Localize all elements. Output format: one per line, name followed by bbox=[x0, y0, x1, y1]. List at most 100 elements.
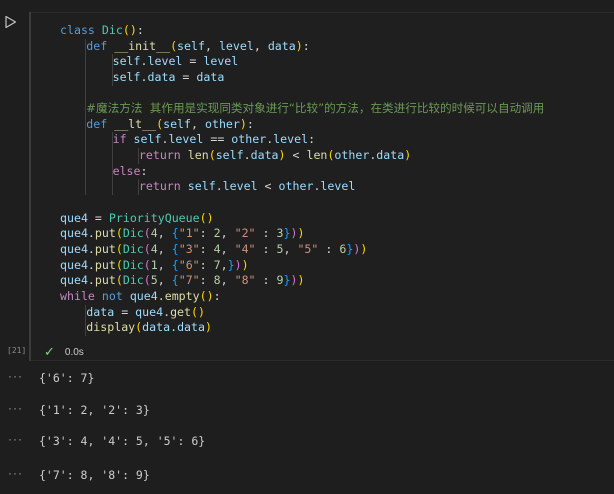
indent-guide bbox=[111, 148, 113, 164]
code-token: ) bbox=[297, 273, 305, 288]
code-token: data bbox=[376, 148, 405, 163]
indent-guide bbox=[111, 69, 113, 86]
code-token: () bbox=[122, 23, 137, 37]
code-token: == bbox=[203, 132, 232, 147]
code-token: ) bbox=[297, 226, 305, 241]
output-text: {'3': 4, '4': 5, '5': 6} bbox=[39, 434, 206, 448]
code-token: . bbox=[170, 320, 178, 335]
code-token: 4 bbox=[150, 241, 158, 256]
code-line: return len(self.data) < len(other.data) bbox=[60, 148, 544, 164]
code-token: que4 bbox=[129, 288, 158, 303]
code-token: level bbox=[320, 179, 356, 194]
code-token: 4 bbox=[213, 241, 221, 256]
output-more-actions-icon[interactable]: ··· bbox=[8, 466, 23, 480]
indent-guide bbox=[85, 54, 87, 70]
code-token: . bbox=[140, 69, 148, 84]
code-line: class Dic(): bbox=[60, 23, 544, 39]
code-token: : bbox=[199, 257, 214, 272]
code-line: def __init__(self, level, data): bbox=[60, 38, 544, 55]
code-token: ) bbox=[204, 320, 212, 335]
code-token: "5" bbox=[297, 241, 319, 256]
code-token: : bbox=[255, 226, 277, 241]
code-cell-editor[interactable]: class Dic(): def __init__(self, level, da… bbox=[31, 12, 614, 361]
code-token: "6" bbox=[178, 257, 200, 272]
code-token: que4 bbox=[60, 210, 88, 225]
code-token: data bbox=[267, 38, 296, 53]
code-token: que4 bbox=[60, 226, 88, 241]
code-token: , bbox=[220, 241, 235, 256]
code-line: que4.put(Dic(5, {"7": 8, "8" : 9})) bbox=[60, 273, 544, 289]
code-line: que4 = PriorityQueue() bbox=[60, 211, 544, 227]
code-block[interactable]: class Dic(): def __init__(self, level, da… bbox=[60, 23, 544, 336]
code-line: display(data.data) bbox=[60, 320, 544, 336]
code-line-content: que4.put(Dic(4, {"1": 2, "2" : 3})) bbox=[60, 226, 304, 240]
indent-guide bbox=[111, 163, 113, 180]
code-token: . bbox=[140, 54, 148, 69]
code-token: . bbox=[243, 148, 251, 163]
code-token: Dic bbox=[122, 241, 144, 256]
code-token: : bbox=[255, 273, 277, 288]
code-token: Dic bbox=[122, 226, 144, 241]
code-token: 8 bbox=[213, 273, 221, 288]
code-token: put bbox=[94, 257, 116, 272]
indent-guide bbox=[85, 148, 87, 164]
output-more-actions-icon[interactable]: ··· bbox=[8, 401, 23, 415]
code-line-content: return self.level < other.level bbox=[60, 179, 355, 193]
code-token: , bbox=[253, 38, 268, 53]
code-line: data = que4.get() bbox=[60, 304, 544, 321]
output-more-actions-icon[interactable]: ··· bbox=[8, 432, 23, 446]
indent-guide bbox=[111, 132, 113, 149]
play-icon bbox=[5, 15, 17, 29]
code-token: "4" bbox=[234, 241, 256, 256]
code-token: __init__ bbox=[114, 38, 171, 53]
code-token: level bbox=[203, 54, 239, 69]
code-token: ( bbox=[143, 241, 151, 256]
code-line-content: #魔法方法 其作用是实现同类对象进行“比较”的方法，在类进行比较的时候可以自动调… bbox=[60, 101, 544, 115]
code-token: "8" bbox=[234, 273, 256, 288]
code-token: que4 bbox=[60, 273, 88, 288]
code-token: "7" bbox=[178, 273, 200, 288]
code-token: : bbox=[318, 241, 340, 256]
code-token: Dic bbox=[122, 257, 144, 272]
code-token: #魔法方法 其作用是实现同类对象进行“比较”的方法，在类进行比较的时候可以自动调… bbox=[86, 101, 545, 116]
code-token: other bbox=[231, 132, 267, 147]
indent-guide bbox=[137, 179, 139, 196]
code-token: < bbox=[285, 148, 307, 163]
code-line-content: def __init__(self, level, data): bbox=[60, 38, 309, 53]
code-token: . bbox=[157, 288, 165, 303]
run-cell-button[interactable] bbox=[4, 15, 18, 29]
code-token: ( bbox=[143, 226, 151, 241]
code-line: while not que4.empty(): bbox=[60, 289, 544, 305]
code-line-content: class Dic(): bbox=[60, 23, 144, 37]
check-icon: ✓ bbox=[44, 344, 55, 359]
code-token: ) bbox=[278, 148, 286, 163]
output-more-actions-icon[interactable]: ··· bbox=[8, 369, 23, 383]
code-line-content bbox=[60, 86, 86, 100]
indent-guide bbox=[85, 116, 87, 133]
code-token: 2 bbox=[213, 226, 221, 241]
code-token: ( bbox=[143, 257, 151, 272]
code-token: { bbox=[171, 273, 179, 288]
code-token: { bbox=[171, 226, 179, 241]
code-token: ) bbox=[239, 116, 247, 131]
code-token: ( bbox=[115, 226, 123, 241]
indent-guide bbox=[137, 148, 139, 164]
code-line: else: bbox=[60, 163, 544, 180]
code-token: other bbox=[334, 148, 370, 163]
code-token: Dic bbox=[122, 273, 144, 288]
code-token: display bbox=[86, 320, 136, 335]
code-token: len bbox=[306, 148, 328, 163]
indent-guide bbox=[85, 38, 87, 55]
indent-guide bbox=[85, 320, 87, 336]
code-token: self bbox=[133, 132, 162, 147]
code-token: : bbox=[199, 241, 214, 256]
code-token: ( bbox=[170, 38, 178, 53]
code-line-content: que4 = PriorityQueue() bbox=[60, 211, 214, 225]
code-token: () bbox=[199, 288, 214, 303]
code-line-content: que4.put(Dic(5, {"7": 8, "8" : 9})) bbox=[60, 273, 304, 287]
code-token: = bbox=[114, 304, 136, 319]
code-token: : bbox=[213, 288, 221, 303]
code-line: return self.level < other.level bbox=[60, 179, 544, 196]
code-token: , bbox=[220, 226, 235, 241]
